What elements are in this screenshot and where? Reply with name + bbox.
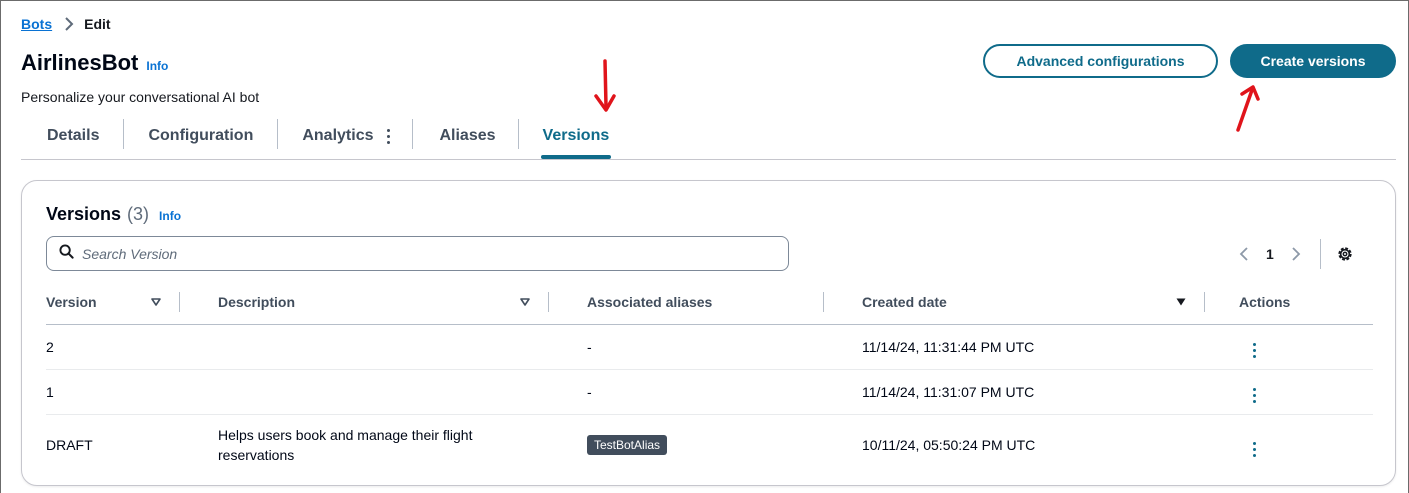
- cell-description: Helps users book and manage their flight…: [196, 414, 565, 476]
- column-header-description[interactable]: Description: [196, 281, 565, 325]
- versions-container: Versions (3) Info 1: [21, 180, 1396, 486]
- row-actions-menu-icon[interactable]: [1247, 440, 1262, 459]
- table-header-row: Version Description Associated aliases C…: [46, 281, 1373, 325]
- sort-descending-icon: [1176, 298, 1186, 306]
- pager-divider: [1319, 239, 1321, 269]
- tab-label: Aliases: [439, 127, 496, 144]
- row-actions-menu-icon[interactable]: [1247, 341, 1262, 360]
- column-divider: [1204, 292, 1205, 313]
- breadcrumb-bots-link[interactable]: Bots: [21, 16, 52, 32]
- search-icon: [59, 243, 74, 264]
- column-divider: [823, 292, 824, 313]
- table-row: 1 - 11/14/24, 11:31:07 PM UTC: [46, 369, 1373, 415]
- cell-created-date: 10/11/24, 05:50:24 PM UTC: [862, 437, 1036, 454]
- tab-divider: [277, 119, 279, 149]
- current-page-number[interactable]: 1: [1266, 246, 1274, 262]
- column-header-label: Description: [218, 294, 296, 311]
- page-info-link[interactable]: Info: [146, 59, 168, 73]
- next-page-icon[interactable]: [1284, 242, 1308, 266]
- search-input[interactable]: [82, 245, 762, 262]
- cell-description: [196, 324, 565, 370]
- page-subtitle: Personalize your conversational AI bot: [21, 89, 260, 105]
- column-header-label: Actions: [1239, 294, 1291, 311]
- table-row: DRAFT Helps users book and manage their …: [46, 414, 1373, 476]
- description-line: reservations: [218, 447, 295, 464]
- column-header-label: Associated aliases: [587, 294, 713, 311]
- tab-configuration[interactable]: Configuration: [148, 116, 253, 156]
- versions-info-link[interactable]: Info: [159, 209, 181, 223]
- cell-actions: [1221, 369, 1373, 415]
- versions-title: Versions: [46, 204, 122, 224]
- cell-version: 1: [46, 369, 196, 415]
- cell-aliases: -: [565, 324, 840, 370]
- breadcrumb: Bots Edit: [21, 16, 111, 32]
- previous-page-icon[interactable]: [1232, 242, 1256, 266]
- tab-label: Analytics: [302, 127, 374, 144]
- page-title: AirlinesBot: [21, 50, 139, 75]
- column-header-label: Created date: [862, 294, 947, 311]
- cell-version: 2: [46, 324, 196, 370]
- versions-table: Version Description Associated aliases C…: [46, 281, 1373, 476]
- page-header: AirlinesBot Info: [21, 50, 168, 76]
- row-actions-menu-icon[interactable]: [1247, 386, 1262, 405]
- column-header-actions: Actions: [1221, 281, 1373, 325]
- cell-actions: [1221, 324, 1373, 370]
- table-row: 2 - 11/14/24, 11:31:44 PM UTC: [46, 324, 1373, 370]
- tab-divider: [123, 119, 125, 149]
- tab-versions[interactable]: Versions: [540, 116, 611, 159]
- versions-header: Versions (3) Info: [46, 204, 181, 225]
- column-header-associated-aliases: Associated aliases: [565, 281, 840, 325]
- tab-bar: Details Configuration Analytics Aliases …: [21, 116, 611, 160]
- cell-description: [196, 369, 565, 415]
- column-header-version[interactable]: Version: [46, 281, 196, 325]
- tab-analytics[interactable]: Analytics: [302, 116, 391, 156]
- tab-divider: [412, 119, 414, 149]
- cell-aliases: -: [565, 369, 840, 415]
- search-version-field[interactable]: [46, 236, 789, 271]
- cell-actions: [1221, 414, 1373, 476]
- tab-label: Configuration: [148, 127, 254, 144]
- column-header-label: Version: [46, 294, 97, 311]
- tab-divider: [517, 119, 519, 149]
- cell-created-date: 11/14/24, 11:31:44 PM UTC: [840, 324, 1221, 370]
- create-versions-button[interactable]: Create versions: [1230, 44, 1396, 78]
- advanced-configurations-button[interactable]: Advanced configurations: [983, 44, 1218, 78]
- column-header-created-date[interactable]: Created date: [840, 281, 1221, 325]
- cell-version: DRAFT: [46, 437, 93, 454]
- tab-aliases[interactable]: Aliases: [439, 116, 495, 156]
- tab-details[interactable]: Details: [47, 116, 99, 156]
- pagination: 1: [1232, 239, 1357, 269]
- alias-badge: TestBotAlias: [587, 435, 668, 456]
- sort-caret-icon: [520, 298, 530, 307]
- description-line: Helps users book and manage their flight: [218, 427, 473, 444]
- cell-created-date: 11/14/24, 11:31:07 PM UTC: [840, 369, 1221, 415]
- tab-label: Versions: [542, 127, 610, 144]
- breadcrumb-current: Edit: [84, 16, 111, 32]
- tabs-divider-line: [21, 159, 1396, 160]
- cell-aliases: TestBotAlias: [565, 414, 840, 476]
- versions-count: (3): [127, 204, 150, 224]
- column-divider: [179, 292, 180, 313]
- chevron-right-icon: [64, 17, 74, 31]
- settings-gear-icon[interactable]: [1333, 242, 1357, 266]
- column-divider: [548, 292, 549, 313]
- more-vertical-icon[interactable]: [387, 128, 391, 144]
- tab-label: Details: [47, 127, 100, 144]
- sort-caret-icon: [151, 298, 161, 307]
